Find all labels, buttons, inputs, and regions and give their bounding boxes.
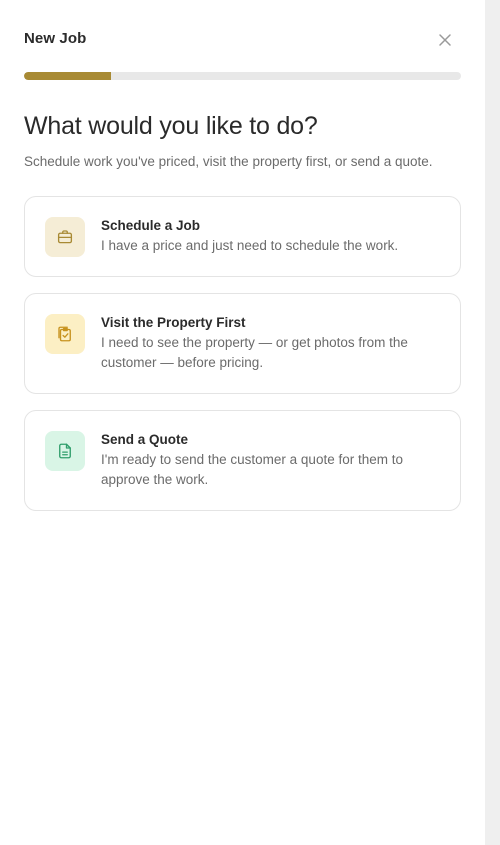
option-icon-container (45, 217, 85, 257)
progress-bar (24, 72, 461, 80)
option-icon-container (45, 314, 85, 354)
modal-title: New Job (24, 30, 87, 47)
progress-bar-fill (24, 72, 112, 80)
page-subtitle: Schedule work you've priced, visit the p… (24, 154, 433, 169)
page-title: What would you like to do? (24, 112, 318, 140)
option-title: Send a Quote (101, 432, 189, 447)
modal-header: New Job (24, 28, 461, 52)
new-job-panel: New Job What would you like to do? Sched… (0, 0, 485, 845)
option-visit-property[interactable]: Visit the Property First I need to see t… (24, 293, 461, 394)
clipboard-check-icon (58, 326, 71, 342)
option-title: Schedule a Job (101, 218, 201, 233)
option-send-quote[interactable]: Send a Quote I'm ready to send the custo… (24, 410, 461, 511)
close-icon (439, 34, 451, 46)
option-title: Visit the Property First (101, 315, 246, 330)
briefcase-icon (57, 230, 73, 244)
scroll-gutter (485, 0, 500, 845)
document-icon (59, 443, 71, 459)
option-schedule-job[interactable]: Schedule a Job I have a price and just n… (24, 196, 461, 277)
close-button[interactable] (433, 28, 457, 52)
job-type-options: Schedule a Job I have a price and just n… (24, 196, 461, 527)
option-description: I have a price and just need to schedule… (101, 238, 399, 253)
option-icon-container (45, 431, 85, 471)
option-description: I'm ready to send the customer a quote f… (101, 452, 403, 487)
new-job-screen: New Job What would you like to do? Sched… (0, 0, 500, 845)
option-description: I need to see the property — or get phot… (101, 335, 408, 370)
